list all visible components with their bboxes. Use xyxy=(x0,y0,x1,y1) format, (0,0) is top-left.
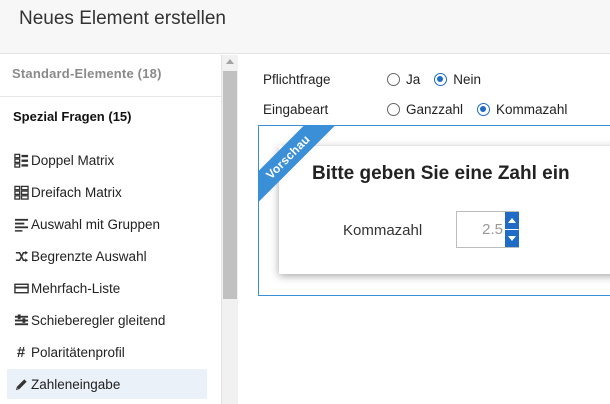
scrollbar-thumb[interactable] xyxy=(223,71,237,299)
preview-question-card: Bitte geben Sie eine Zahl ein Kommazahl … xyxy=(279,146,610,274)
hash-icon: # xyxy=(13,344,29,360)
pflichtfrage-option-nein[interactable]: Nein xyxy=(434,72,481,87)
dialog-title: Neues Element erstellen xyxy=(19,8,226,29)
double-matrix-icon xyxy=(13,152,29,168)
card-icon xyxy=(13,280,29,296)
element-settings-panel: Pflichtfrage Ja Nein Eingabeart Ganzzahl… xyxy=(239,55,610,404)
spin-up-button[interactable] xyxy=(505,212,519,229)
sidebar-item-zahleneingabe[interactable]: Zahleneingabe xyxy=(7,369,207,399)
radio-ganzzahl-label: Ganzzahl xyxy=(406,101,464,117)
sidebar-item-label: Begrenzte Auswahl xyxy=(31,248,147,264)
sidebar-item-schieberegler-gleitend[interactable]: Schieberegler gleitend xyxy=(7,305,207,335)
sidebar-item-mehrfach-liste[interactable]: Mehrfach-Liste xyxy=(7,273,207,303)
number-field-label: Kommazahl xyxy=(343,222,423,239)
eingabeart-row: Eingabeart Ganzzahl Kommazahl xyxy=(263,98,581,120)
section-special-questions[interactable]: Spezial Fragen (15) xyxy=(0,98,221,138)
sidebar-item-label: Auswahl mit Gruppen xyxy=(31,216,161,232)
grouped-list-icon xyxy=(13,216,29,232)
preview-box: Vorschau Bitte geben Sie eine Zahl ein K… xyxy=(258,125,610,296)
section-special-label: Spezial Fragen (15) xyxy=(13,109,132,124)
pencil-icon xyxy=(13,376,29,392)
triple-matrix-icon xyxy=(13,184,29,200)
sidebar-item-label: Schieberegler gleitend xyxy=(31,312,166,328)
eingabeart-option-ganzzahl[interactable]: Ganzzahl xyxy=(387,102,463,117)
spin-down-button[interactable] xyxy=(505,230,519,247)
sidebar-scrollbar[interactable] xyxy=(221,55,238,404)
sidebar-item-label: Zahleneingabe xyxy=(31,376,121,392)
shuffle-icon xyxy=(13,248,29,264)
section-standard-elements[interactable]: Standard-Elemente (18) xyxy=(0,55,221,97)
sidebar-item-doppel-matrix[interactable]: Doppel Matrix xyxy=(7,145,207,175)
slider-icon xyxy=(13,312,29,328)
radio-ja[interactable] xyxy=(387,72,400,86)
pflichtfrage-label: Pflichtfrage xyxy=(263,71,331,87)
sidebar-item-auswahl-mit-gruppen[interactable]: Auswahl mit Gruppen xyxy=(7,209,207,239)
pflichtfrage-row: Pflichtfrage Ja Nein xyxy=(263,68,495,90)
eingabeart-option-kommazahl[interactable]: Kommazahl xyxy=(477,102,567,117)
radio-ganzzahl[interactable] xyxy=(387,102,400,116)
radio-ja-label: Ja xyxy=(406,71,421,87)
sidebar-item-begrenzte-auswahl[interactable]: Begrenzte Auswahl xyxy=(7,241,207,271)
scroll-up-arrow-icon[interactable] xyxy=(226,59,234,64)
radio-nein-label: Nein xyxy=(453,71,482,87)
sidebar-item-label: Doppel Matrix xyxy=(31,152,115,168)
sidebar-item-dreifach-matrix[interactable]: Dreifach Matrix xyxy=(7,177,207,207)
radio-kommazahl-label: Kommazahl xyxy=(496,101,568,117)
pflichtfrage-option-ja[interactable]: Ja xyxy=(387,72,420,87)
dialog-header: Neues Element erstellen xyxy=(0,0,610,54)
sidebar-item-polaritaetenprofil[interactable]: # Polaritätenprofil xyxy=(7,337,207,367)
hash-glyph: # xyxy=(16,343,26,361)
number-input[interactable]: 2.5 xyxy=(456,211,519,248)
radio-nein[interactable] xyxy=(434,72,448,86)
question-title: Bitte geben Sie eine Zahl ein xyxy=(312,163,570,184)
element-sidebar: Standard-Elemente (18) Spezial Fragen (1… xyxy=(0,55,221,404)
section-standard-label: Standard-Elemente (18) xyxy=(12,66,162,81)
eingabeart-label: Eingabeart xyxy=(263,101,329,117)
sidebar-item-label: Dreifach Matrix xyxy=(31,184,122,200)
radio-kommazahl[interactable] xyxy=(477,102,491,116)
sidebar-item-label: Polaritätenprofil xyxy=(31,344,125,360)
number-input-value[interactable]: 2.5 xyxy=(457,212,503,247)
sidebar-item-label: Mehrfach-Liste xyxy=(31,280,121,296)
